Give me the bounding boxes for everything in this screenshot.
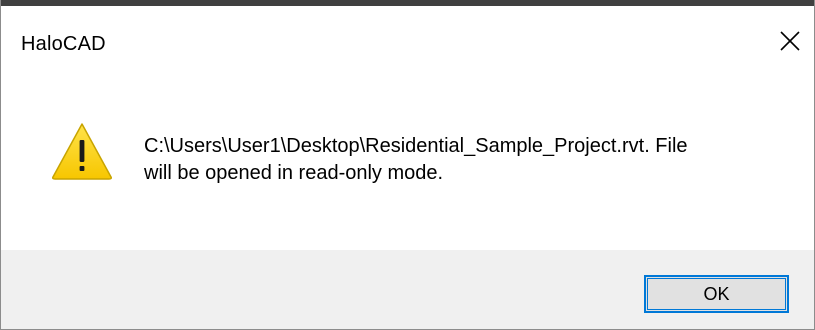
dialog-title: HaloCAD <box>21 33 106 55</box>
close-button[interactable] <box>766 12 814 70</box>
title-bar[interactable]: HaloCAD <box>1 6 814 78</box>
message-dialog: HaloCAD C:\Users\User1\Desktop\Residenti… <box>0 0 815 330</box>
button-bar: OK <box>1 250 814 329</box>
ok-button[interactable]: OK <box>644 275 789 313</box>
dialog-content: C:\Users\User1\Desktop\Residential_Sampl… <box>1 78 814 250</box>
close-icon <box>780 31 800 51</box>
message-line-1: C:\Users\User1\Desktop\Residential_Sampl… <box>144 135 688 157</box>
dialog-message: C:\Users\User1\Desktop\Residential_Sampl… <box>144 133 804 187</box>
warning-icon <box>52 123 112 180</box>
message-line-2: will be opened in read-only mode. <box>144 162 444 184</box>
